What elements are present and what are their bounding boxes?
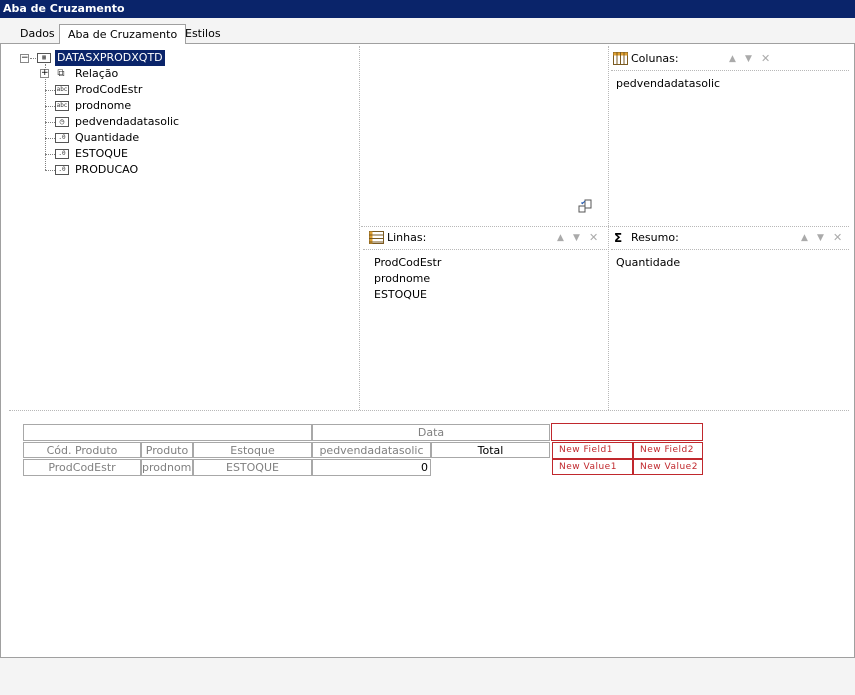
window-title: Aba de Cruzamento bbox=[0, 0, 855, 18]
relation-icon: ⧉ bbox=[55, 69, 67, 79]
linhas-panel-header: Linhas: ▲ ▼ ✕ bbox=[369, 228, 607, 248]
status-area bbox=[0, 660, 855, 695]
preview-row-value: ESTOQUE bbox=[193, 459, 312, 476]
divider-vertical-right bbox=[608, 46, 609, 410]
expand-icon[interactable]: + bbox=[40, 69, 49, 78]
resumo-panel-header: Σ Resumo: ▲ ▼ ✕ bbox=[613, 228, 853, 248]
move-up-icon[interactable]: ▲ bbox=[729, 49, 736, 69]
new-field-header[interactable] bbox=[551, 423, 703, 441]
move-up-icon[interactable]: ▲ bbox=[557, 228, 564, 248]
tab-aba-de-cruzamento[interactable]: Aba de Cruzamento bbox=[59, 24, 187, 45]
divider-vertical-left bbox=[359, 46, 360, 410]
remove-icon[interactable]: ✕ bbox=[833, 228, 842, 248]
colunas-panel-header: Colunas: ▲ ▼ ✕ bbox=[613, 49, 853, 69]
preview-total-header: Total bbox=[431, 442, 550, 458]
preview-value-cell: 0 bbox=[312, 459, 431, 476]
pivot-designer: − ▦ DATASXPRODXQTD + ⧉ Relação abc ProdC… bbox=[0, 44, 855, 658]
new-field-cell[interactable]: New Field1 bbox=[552, 442, 633, 459]
move-up-icon[interactable]: ▲ bbox=[801, 228, 808, 248]
number-field-icon: .0 bbox=[55, 133, 69, 143]
linhas-item[interactable]: prodnome bbox=[374, 271, 430, 287]
tree-item-prodcodestr[interactable]: abc ProdCodEstr bbox=[55, 82, 195, 98]
table-icon: ▦ bbox=[37, 53, 51, 63]
preview-data-header: Data bbox=[312, 424, 550, 441]
move-down-icon[interactable]: ▼ bbox=[745, 49, 752, 69]
divider-panels bbox=[361, 226, 849, 227]
colunas-item[interactable]: pedvendadatasolic bbox=[616, 76, 720, 92]
move-down-icon[interactable]: ▼ bbox=[817, 228, 824, 248]
tree-root[interactable]: ▦ DATASXPRODXQTD bbox=[37, 50, 197, 66]
preview-blank-header bbox=[23, 424, 312, 441]
tree-item-prodnome[interactable]: abc prodnome bbox=[55, 98, 195, 114]
move-down-icon[interactable]: ▼ bbox=[573, 228, 580, 248]
rows-icon bbox=[369, 231, 384, 244]
preview-row-value: prodnome bbox=[141, 459, 193, 476]
new-value-cell[interactable]: New Value2 bbox=[633, 459, 703, 475]
date-field-icon: ◷ bbox=[55, 117, 69, 127]
new-value-cell[interactable]: New Value1 bbox=[552, 459, 633, 475]
tree-item-producao[interactable]: .0 PRODUCAO bbox=[55, 162, 195, 178]
tree-item-pedvendadatasolic[interactable]: ◷ pedvendadatasolic bbox=[55, 114, 195, 130]
number-field-icon: .0 bbox=[55, 149, 69, 159]
tree-item-quantidade[interactable]: .0 Quantidade bbox=[55, 130, 195, 146]
tree-item-relacao[interactable]: ⧉ Relação bbox=[55, 66, 175, 82]
preview-row-header: Produto bbox=[141, 442, 193, 458]
remove-icon[interactable]: ✕ bbox=[589, 228, 598, 248]
preview-row-header: Cód. Produto bbox=[23, 442, 141, 458]
tree-item-estoque[interactable]: .0 ESTOQUE bbox=[55, 146, 195, 162]
preview-column-field: pedvendadatasolic bbox=[312, 442, 431, 458]
divider-horizontal bbox=[9, 410, 849, 411]
new-field-cell[interactable]: New Field2 bbox=[633, 442, 703, 459]
number-field-icon: .0 bbox=[55, 165, 69, 175]
tab-bar: Dados Aba de Cruzamento Estilos bbox=[0, 24, 855, 45]
sigma-icon: Σ bbox=[614, 231, 623, 245]
swap-axes-icon[interactable] bbox=[578, 199, 592, 213]
preview-row-value: ProdCodEstr bbox=[23, 459, 141, 476]
text-field-icon: abc bbox=[55, 101, 69, 111]
columns-icon bbox=[613, 52, 628, 65]
resumo-item[interactable]: Quantidade bbox=[616, 255, 680, 271]
tab-dados[interactable]: Dados bbox=[12, 26, 63, 44]
linhas-item[interactable]: ProdCodEstr bbox=[374, 255, 441, 271]
text-field-icon: abc bbox=[55, 85, 69, 95]
tab-estilos[interactable]: Estilos bbox=[177, 26, 229, 44]
collapse-icon[interactable]: − bbox=[20, 54, 29, 63]
preview-row-header: Estoque bbox=[193, 442, 312, 458]
linhas-item[interactable]: ESTOQUE bbox=[374, 287, 427, 303]
remove-icon[interactable]: ✕ bbox=[761, 49, 770, 69]
